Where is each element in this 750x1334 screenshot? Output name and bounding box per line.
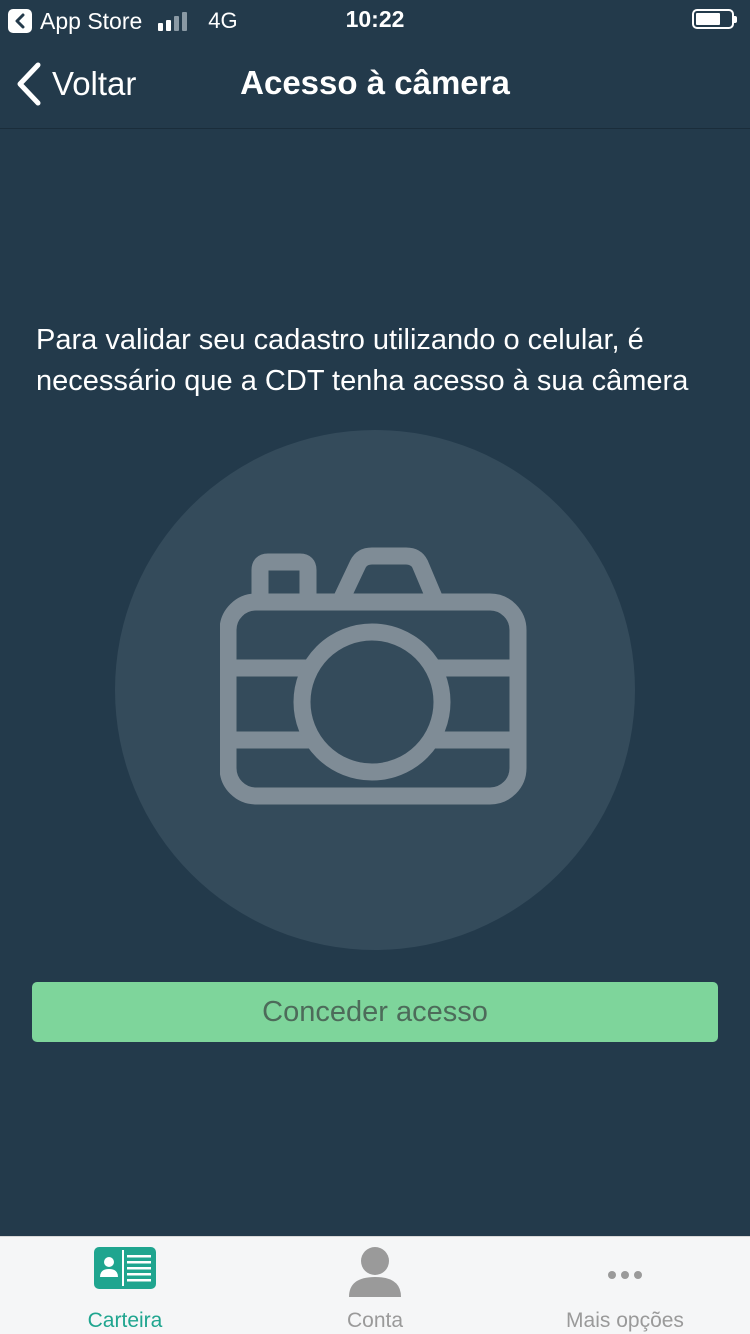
navigation-bar: Voltar Acesso à câmera: [0, 40, 750, 129]
camera-illustration: [115, 430, 635, 950]
wallet-card-icon: [94, 1247, 156, 1294]
camera-permission-message: Para validar seu cadastro utilizando o c…: [36, 324, 689, 397]
camera-icon: [220, 547, 527, 805]
tab-bar: Carteira Conta Mais opções: [0, 1236, 750, 1334]
status-time: 10:22: [345, 6, 405, 32]
status-bar: App Store 4G 10:22: [0, 0, 750, 40]
page-title: Acesso à câmera: [240, 64, 510, 101]
more-dots-icon: [607, 1267, 643, 1285]
tab-conta[interactable]: Conta: [250, 1237, 500, 1334]
tab-conta-label: Conta: [346, 1309, 404, 1332]
user-icon: [348, 1247, 402, 1302]
battery-icon: [692, 9, 737, 31]
tab-mais-opcoes[interactable]: Mais opções: [500, 1237, 750, 1334]
grant-access-button[interactable]: Conceder acesso: [32, 982, 718, 1042]
tab-mais-opcoes-label: Mais opções: [566, 1309, 684, 1332]
tab-carteira-label: Carteira: [87, 1309, 163, 1332]
tab-carteira[interactable]: Carteira: [0, 1237, 250, 1334]
